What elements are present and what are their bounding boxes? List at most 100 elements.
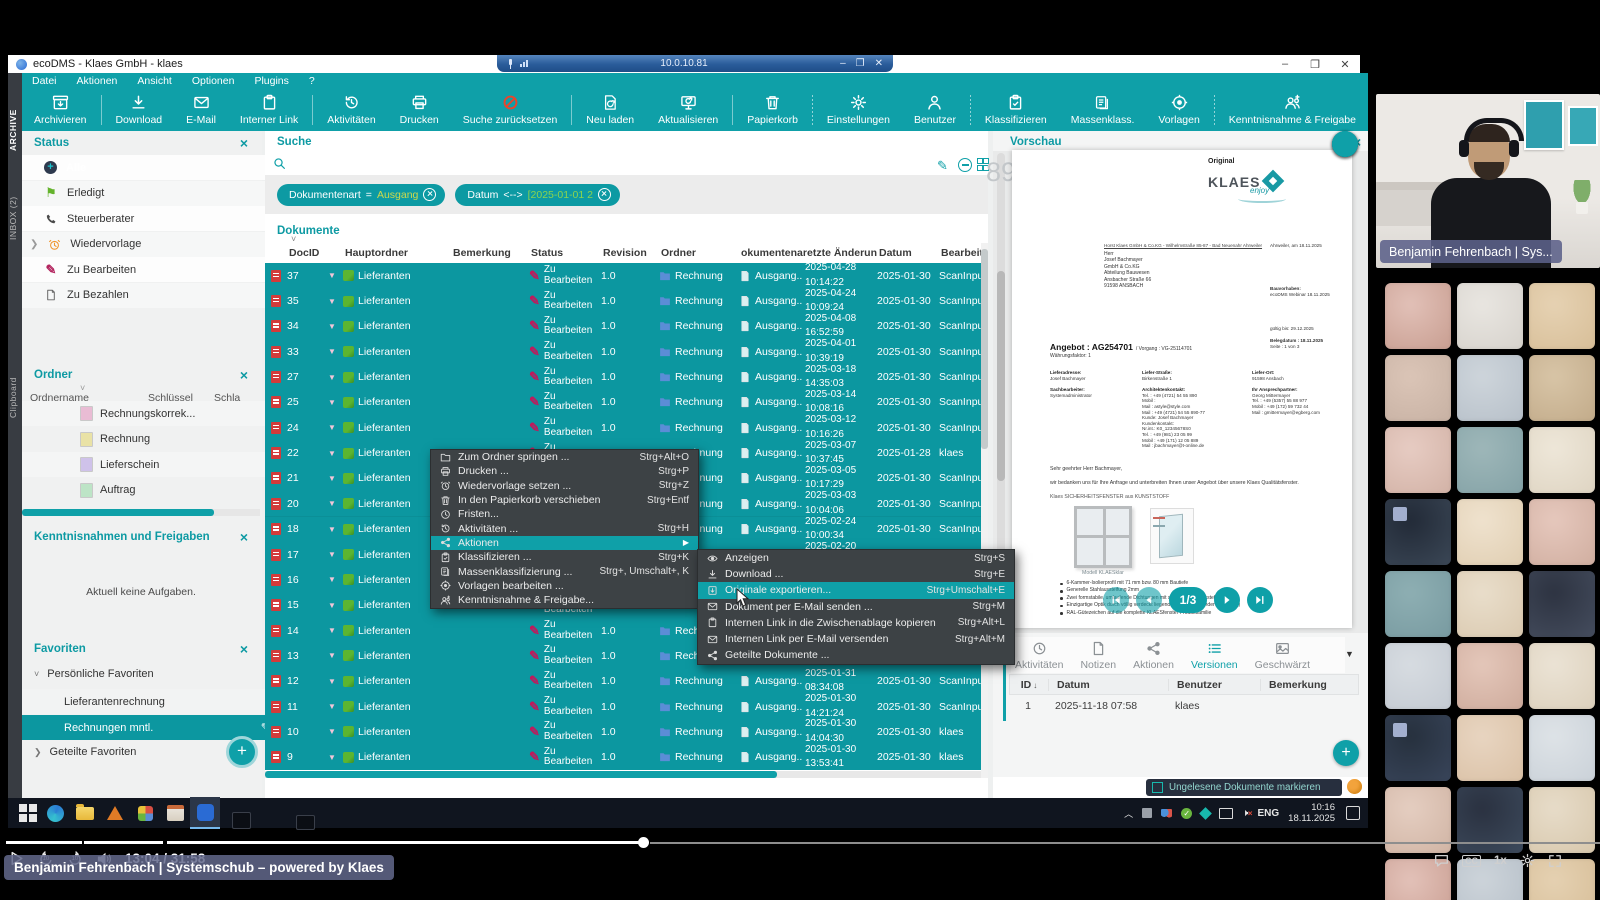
page-first-button[interactable] <box>1103 587 1129 613</box>
edit-search-button[interactable]: ✎ <box>937 157 948 175</box>
toolbar-button-usersplus[interactable]: Kenntnisnahme & Freigabe <box>1217 88 1368 131</box>
menu-plugins[interactable]: Plugins <box>244 75 298 87</box>
toolbar-button-download[interactable]: Download <box>103 88 174 131</box>
toolbar-button-target[interactable]: Vorlagen <box>1146 88 1211 131</box>
toolbar-button-mail[interactable]: E-Mail <box>174 88 228 131</box>
table-row[interactable]: 34▼Lieferanten✎Zu Bearbeiten1.0RechnungA… <box>265 314 985 340</box>
taskbar-app-ecodms[interactable] <box>190 797 220 829</box>
page-prev-button[interactable] <box>1136 587 1162 613</box>
window-close-button[interactable]: ✕ <box>1330 58 1360 71</box>
tray-language[interactable]: ENG <box>1257 808 1279 819</box>
tray-audio-muted-icon[interactable]: 🕨× <box>1242 808 1248 819</box>
folder-hscrollbar-thumb[interactable] <box>22 509 214 516</box>
submenu-item[interactable]: Internen Link in die Zwischenablage kopi… <box>698 615 1014 631</box>
menu-ansicht[interactable]: Ansicht <box>127 75 181 87</box>
context-menu-item[interactable]: Wiedervorlage setzen ...Strg+Z <box>431 479 698 493</box>
toolbar-button-monitor[interactable]: Aktualisieren <box>646 88 730 131</box>
close-icon[interactable]: × <box>240 644 248 654</box>
collapse-search-icon[interactable] <box>958 158 972 172</box>
table-row[interactable]: 11▼Lieferanten✎Zu Bearbeiten1.0RechnungA… <box>265 694 985 720</box>
status-item-erledigt[interactable]: ⚑Erledigt <box>22 181 282 206</box>
toolbar-button-hist[interactable]: Aktivitäten <box>315 88 387 131</box>
versions-col-3[interactable]: Bemerkung <box>1260 679 1358 691</box>
comments-icon[interactable] <box>1434 853 1449 868</box>
caret-down-icon[interactable]: ▼ <box>321 550 343 559</box>
status-item-wiedervorlage[interactable]: ❯Wiedervorlage <box>22 232 282 257</box>
context-menu-item[interactable]: Drucken ...Strg+P <box>431 464 698 478</box>
caret-down-icon[interactable]: ▼ <box>321 753 343 762</box>
toolbar-button-printer[interactable]: Drucken <box>388 88 451 131</box>
caret-down-icon[interactable]: ▼ <box>321 271 343 280</box>
toolbar-button-ban[interactable]: Suche zurücksetzen <box>451 88 570 131</box>
versions-col-2[interactable]: Benutzer <box>1168 679 1260 691</box>
preview-vscrollbar-thumb[interactable] <box>997 271 1005 481</box>
tab-versionen[interactable]: Versionen <box>1191 641 1238 671</box>
table-row[interactable]: 9▼Lieferanten✎Zu Bearbeiten1.0RechnungAu… <box>265 745 985 770</box>
caret-down-icon[interactable]: ▼ <box>321 474 343 483</box>
menu-aktionen[interactable]: Aktionen <box>67 75 128 87</box>
caret-down-icon[interactable]: ▼ <box>321 702 343 711</box>
notification-icon[interactable] <box>1346 806 1360 820</box>
context-menu-item[interactable]: Massenklassifizierung ...Strg+, Umschalt… <box>431 564 698 578</box>
header-cell[interactable]: Revision <box>603 247 661 259</box>
toolbar-button-user[interactable]: Benutzer <box>902 88 968 131</box>
taskbar-app-media[interactable] <box>100 798 130 828</box>
add-favorite-button[interactable]: + <box>226 736 258 768</box>
header-cell[interactable]: Bemerkung <box>453 247 531 259</box>
filter-chip[interactable]: Dokumentenart=Ausgang <box>277 184 445 206</box>
menu-?[interactable]: ? <box>299 75 325 87</box>
progress-segment[interactable] <box>84 841 163 844</box>
header-cell[interactable]: okumentenar <box>741 247 807 259</box>
caret-down-icon[interactable]: ▼ <box>321 322 343 331</box>
search-input[interactable] <box>291 153 931 173</box>
context-menu-item[interactable]: Aktionen▶ <box>431 536 698 550</box>
emoji-badge[interactable] <box>1347 779 1362 794</box>
window-minimize-button[interactable]: – <box>1270 58 1300 70</box>
rdp-close-button[interactable]: ✕ <box>875 58 883 69</box>
header-cell[interactable]: Datum <box>879 247 941 259</box>
context-menu-item[interactable]: Aktivitäten ...Strg+H <box>431 521 698 535</box>
status-item-zubezahlen[interactable]: Zu Bezahlen <box>22 283 282 308</box>
caret-down-icon[interactable]: ▼ <box>321 525 343 534</box>
caret-down-icon[interactable]: ▼ <box>321 727 343 736</box>
caret-down-icon[interactable]: ▼ <box>321 449 343 458</box>
start-button[interactable] <box>16 801 40 825</box>
table-row[interactable]: 37▼Lieferanten✎Zu Bearbeiten1.0RechnungA… <box>265 263 985 289</box>
versions-row[interactable]: 12025-11-18 07:58klaes <box>1009 696 1357 716</box>
table-row[interactable]: 25▼Lieferanten✎Zu Bearbeiten1.0RechnungA… <box>265 390 985 416</box>
tray-display-icon[interactable] <box>1219 808 1233 819</box>
caret-down-icon[interactable]: ▼ <box>321 398 343 407</box>
rdp-connection-bar[interactable]: 10.0.10.81 – ❐ ✕ <box>497 55 893 72</box>
tab-geschwärzt[interactable]: Geschwärzt <box>1255 641 1310 671</box>
table-row[interactable]: 35▼Lieferanten✎Zu Bearbeiten1.0RechnungA… <box>265 288 985 314</box>
preview-pip-button[interactable] <box>1332 131 1358 157</box>
header-cell[interactable]: etzte Änderun <box>807 247 879 259</box>
close-icon[interactable]: × <box>240 138 248 148</box>
dock-tab-1[interactable]: INBOX (2) <box>8 173 22 263</box>
rdp-minimize-button[interactable]: – <box>840 58 846 69</box>
edit-search-icon[interactable]: ✎ <box>937 158 948 173</box>
caret-down-icon[interactable]: ▼ <box>321 373 343 382</box>
toolbar-button-reload[interactable]: Neu laden <box>574 88 646 131</box>
header-cell[interactable]: Ordner <box>661 247 741 259</box>
pin-icon[interactable] <box>507 59 514 69</box>
tray-check-icon[interactable]: ✓ <box>1181 808 1192 819</box>
caret-down-icon[interactable]: ▼ <box>321 651 343 660</box>
menu-datei[interactable]: Datei <box>22 75 67 87</box>
favorite-item[interactable]: Rechnungen mntl.✎ <box>22 715 302 740</box>
progress-playhead[interactable] <box>638 837 649 848</box>
table-row[interactable]: 27▼Lieferanten✎Zu Bearbeiten1.0RechnungA… <box>265 364 985 390</box>
tabs-overflow-icon[interactable]: ▼ <box>1345 649 1354 659</box>
fullscreen-icon[interactable] <box>1548 854 1562 868</box>
toolbar-button-clipcheck[interactable]: Klassifizieren <box>973 88 1059 131</box>
dock-tab-2[interactable]: Clipboard <box>8 353 22 443</box>
tray-chevron-icon[interactable]: ︿ <box>1124 807 1133 820</box>
header-cell[interactable]: Status <box>531 247 603 259</box>
toolbar-button-gear[interactable]: Einstellungen <box>815 88 902 131</box>
cc-button[interactable]: CC <box>1462 855 1481 867</box>
taskbar-app-mail[interactable] <box>160 798 190 828</box>
taskbar-app-edge[interactable] <box>40 798 70 828</box>
tray-screens-icon[interactable] <box>1142 808 1152 818</box>
caret-down-icon[interactable]: ▼ <box>321 575 343 584</box>
table-row[interactable]: 33▼Lieferanten✎Zu Bearbeiten1.0RechnungA… <box>265 339 985 365</box>
